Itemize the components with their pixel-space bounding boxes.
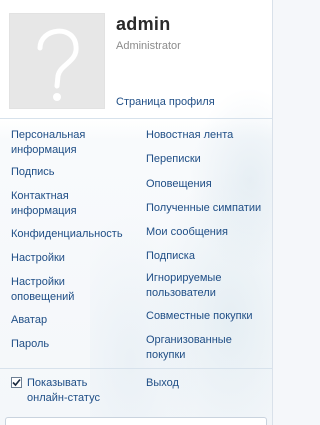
account-menu-popup: admin Administrator Страница профиля Пер… [0, 0, 273, 425]
menu-item-news-feed[interactable]: Новостная лента [146, 128, 233, 143]
checkmark-icon [12, 378, 21, 387]
online-status-checkbox[interactable] [11, 377, 22, 388]
status-update-input[interactable] [5, 417, 267, 425]
divider [0, 118, 272, 119]
username: admin [116, 14, 171, 34]
online-status-label[interactable]: Показывать онлайн-статус [27, 376, 127, 406]
avatar[interactable] [9, 13, 105, 109]
menu-item-contact-info[interactable]: Контактная информация [11, 189, 101, 219]
menu-item-conversations[interactable]: Переписки [146, 152, 201, 167]
background-texture [90, 60, 272, 425]
profile-page-link[interactable]: Страница профиля [116, 96, 215, 108]
menu-item-ignored-users[interactable]: Игнорируемые пользователи [146, 271, 251, 301]
menu-item-my-posts[interactable]: Мои сообщения [146, 225, 228, 240]
menu-item-avatar[interactable]: Аватар [11, 313, 47, 328]
menu-item-password[interactable]: Пароль [11, 337, 49, 352]
question-mark-placeholder-icon [37, 28, 79, 101]
menu-item-personal-info[interactable]: Персональная информация [11, 128, 121, 158]
menu-item-signature[interactable]: Подпись [11, 165, 55, 180]
menu-item-subscription[interactable]: Подписка [146, 249, 195, 264]
divider [0, 368, 272, 369]
logout-link[interactable]: Выход [146, 377, 179, 389]
menu-item-joint-purchases[interactable]: Совместные покупки [146, 309, 253, 324]
menu-item-alerts[interactable]: Оповещения [146, 177, 212, 192]
user-title: Administrator [116, 40, 181, 52]
menu-item-privacy[interactable]: Конфиденциальность [11, 227, 123, 242]
menu-item-organized-purchases[interactable]: Организованные покупки [146, 333, 241, 363]
menu-item-likes-received[interactable]: Полученные симпатии [146, 201, 261, 216]
menu-item-alert-settings[interactable]: Настройки оповещений [11, 275, 83, 305]
menu-item-settings[interactable]: Настройки [11, 251, 65, 266]
